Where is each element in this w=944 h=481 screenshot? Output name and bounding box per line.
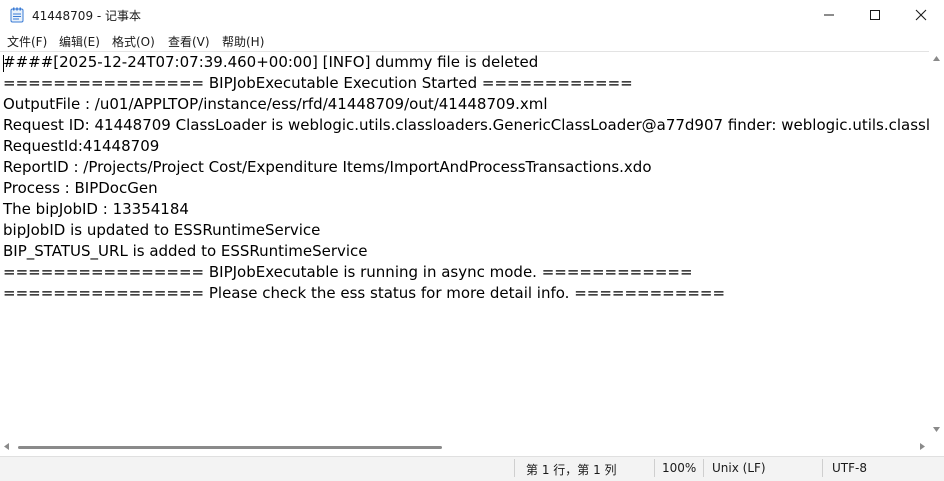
editor-line: The bipJobID : 13354184 (3, 200, 189, 218)
scroll-right-icon (920, 443, 925, 450)
close-button[interactable] (898, 0, 944, 30)
title-bar[interactable]: 41448709 - 记事本 (0, 0, 944, 30)
editor-line: ================ BIPJobExecutable is run… (3, 263, 693, 281)
status-divider (822, 459, 823, 477)
scroll-down-icon (933, 427, 940, 432)
status-divider (703, 459, 704, 477)
vertical-scrollbar[interactable] (929, 51, 944, 438)
maximize-icon (870, 10, 880, 20)
status-divider (654, 459, 655, 477)
menu-bar: 文件(F) 编辑(E) 格式(O) 查看(V) 帮助(H) (0, 30, 944, 51)
notepad-icon (10, 7, 24, 23)
menu-file[interactable]: 文件(F) (7, 33, 47, 50)
minimize-button[interactable] (806, 0, 852, 30)
status-bar: 第 1 行，第 1 列 100% Unix (LF) UTF-8 (0, 456, 944, 481)
menu-format[interactable]: 格式(O) (112, 33, 155, 50)
editor-line: ReportID : /Projects/Project Cost/Expend… (3, 158, 652, 176)
editor-line: Request ID: 41448709 ClassLoader is webl… (3, 116, 929, 134)
editor-line: bipJobID is updated to ESSRuntimeService (3, 221, 321, 239)
close-icon (915, 9, 927, 21)
menu-view[interactable]: 查看(V) (168, 33, 210, 50)
encoding: UTF-8 (832, 461, 867, 475)
window-title: 41448709 - 记事本 (32, 9, 142, 23)
cursor-position: 第 1 行，第 1 列 (526, 463, 617, 477)
scroll-up-icon (933, 56, 940, 61)
scroll-left-icon (4, 443, 9, 450)
horizontal-scrollbar[interactable] (0, 438, 929, 456)
editor-line: OutputFile : /u01/APPLTOP/instance/ess/r… (3, 95, 548, 113)
editor-line: ####[2025-12-24T07:07:39.460+00:00] [INF… (3, 53, 539, 71)
editor-line: ================ BIPJobExecutable Execut… (3, 74, 633, 92)
minimize-icon (824, 14, 834, 16)
text-editor[interactable]: ####[2025-12-24T07:07:39.460+00:00] [INF… (0, 51, 929, 439)
scrollbar-corner (929, 438, 944, 456)
editor-line: RequestId:41448709 (3, 137, 160, 155)
status-divider (514, 459, 515, 477)
editor-line: Process : BIPDocGen (3, 179, 158, 197)
menu-edit[interactable]: 编辑(E) (59, 33, 100, 50)
line-ending: Unix (LF) (712, 461, 766, 475)
zoom-level: 100% (662, 461, 697, 475)
editor-line: BIP_STATUS_URL is added to ESSRuntimeSer… (3, 242, 368, 260)
editor-line: ================ Please check the ess st… (3, 284, 726, 302)
horizontal-scroll-thumb[interactable] (18, 446, 442, 449)
vertical-scrollbar-arrows (933, 56, 940, 432)
maximize-button[interactable] (852, 0, 898, 30)
menu-help[interactable]: 帮助(H) (222, 33, 264, 50)
